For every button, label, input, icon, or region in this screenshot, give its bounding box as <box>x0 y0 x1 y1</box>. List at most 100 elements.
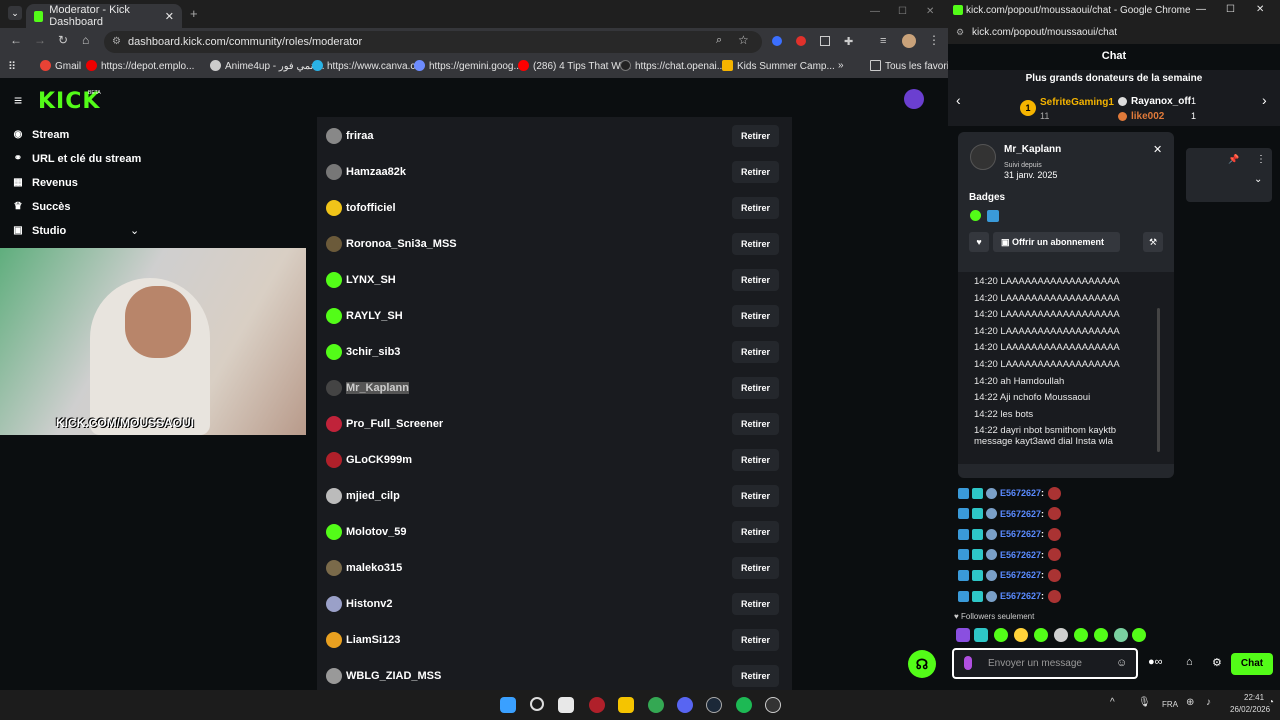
moderator-name[interactable]: WBLG_ZIAD_MSS <box>346 670 441 682</box>
remove-moderator-button[interactable]: Retirer <box>732 269 779 291</box>
remove-moderator-button[interactable]: Retirer <box>732 161 779 183</box>
bookmark-gemini[interactable]: https://gemini.goog... <box>414 60 522 72</box>
emote-icon[interactable] <box>974 628 988 642</box>
minimize-icon[interactable]: — <box>870 6 880 17</box>
spotify-icon[interactable] <box>736 697 752 713</box>
more-options-icon[interactable]: ⋮ <box>1256 154 1266 165</box>
volume-icon[interactable]: ♪ <box>1206 697 1211 708</box>
user-card-username[interactable]: Mr_Kaplann <box>1004 144 1061 155</box>
file-explorer-icon[interactable] <box>618 697 634 713</box>
chat-message[interactable]: E5672627: <box>958 548 1064 562</box>
reload-icon[interactable]: ↻ <box>58 33 68 47</box>
remove-moderator-button[interactable]: Retirer <box>732 593 779 615</box>
chat-input[interactable]: Envoyer un message ☺ <box>952 648 1138 679</box>
sidebar-item-achievements[interactable]: ♛ Succès <box>12 201 71 213</box>
chat-username[interactable]: E5672627 <box>1000 570 1041 580</box>
close-window-icon[interactable]: ✕ <box>1256 4 1264 15</box>
bookmark-canva[interactable]: https://www.canva.c... <box>312 60 424 72</box>
remove-moderator-button[interactable]: Retirer <box>732 557 779 579</box>
chat-username[interactable]: E5672627 <box>1000 591 1041 601</box>
chrome-menu-icon[interactable]: ⋮ <box>928 33 940 47</box>
emote-icon[interactable] <box>1034 628 1048 642</box>
notification-bell-icon[interactable]: ◔ <box>1268 697 1274 708</box>
network-icon[interactable]: ⊕ <box>1186 697 1194 708</box>
donor-name[interactable]: SefriteGaming1 <box>1040 97 1114 108</box>
moderator-name[interactable]: 3chir_sib3 <box>346 346 400 358</box>
extension-red-icon[interactable] <box>796 36 806 46</box>
pin-icon[interactable]: 📌 <box>1228 154 1239 165</box>
profile-avatar[interactable] <box>902 34 916 48</box>
history-scrollbar[interactable] <box>1157 308 1160 452</box>
remove-moderator-button[interactable]: Retirer <box>732 341 779 363</box>
task-view-icon[interactable] <box>558 697 574 713</box>
home-icon[interactable]: ⌂ <box>82 33 89 47</box>
moderator-name[interactable]: mjied_cilp <box>346 490 400 502</box>
bookmark-star-icon[interactable]: ☆ <box>738 33 749 47</box>
extensions-puzzle-icon[interactable]: ✚ <box>844 35 853 48</box>
emote-icon[interactable] <box>1054 628 1068 642</box>
site-info-icon[interactable]: ⚙ <box>956 27 964 38</box>
remove-moderator-button[interactable]: Retirer <box>732 125 779 147</box>
send-chat-button[interactable]: Chat <box>1231 653 1273 675</box>
moderator-name[interactable]: maleko315 <box>346 562 402 574</box>
clock-date[interactable]: 26/02/2026 <box>1230 705 1270 714</box>
chat-username[interactable]: E5672627 <box>1000 509 1041 519</box>
chat-username[interactable]: E5672627 <box>1000 488 1041 498</box>
kick-points-icon[interactable]: ●∞ <box>1148 656 1163 668</box>
moderator-name[interactable]: RAYLY_SH <box>346 310 403 322</box>
apps-icon[interactable]: ⠿ <box>8 60 16 73</box>
emote-icon[interactable] <box>1132 628 1146 642</box>
moderator-name[interactable]: GLoCK999m <box>346 454 412 466</box>
close-window-icon[interactable]: ✕ <box>926 6 934 17</box>
chat-message[interactable]: E5672627: <box>958 507 1064 521</box>
zoom-search-icon[interactable]: ⌕ <box>716 34 722 47</box>
tray-chevron-icon[interactable]: ^ <box>1110 697 1115 708</box>
minimize-icon[interactable]: — <box>1196 4 1206 15</box>
bookmark-summer-camp[interactable]: Kids Summer Camp... <box>722 60 835 72</box>
moderator-name[interactable]: tofofficiel <box>346 202 396 214</box>
gift-subscription-button[interactable]: ▣ Offrir un abonnement <box>993 232 1120 252</box>
remove-moderator-button[interactable]: Retirer <box>732 629 779 651</box>
moderator-name[interactable]: LYNX_SH <box>346 274 396 286</box>
chat-message[interactable]: E5672627: <box>958 486 1064 500</box>
media-control-icon[interactable]: ≡ <box>880 35 886 47</box>
windows-start-icon[interactable] <box>500 697 516 713</box>
search-icon[interactable] <box>530 697 544 711</box>
sidebar-item-revenue[interactable]: ▦ Revenus <box>12 177 78 189</box>
chevron-right-icon[interactable]: › <box>1262 92 1267 108</box>
steam-icon[interactable] <box>706 697 722 713</box>
chrome-icon[interactable] <box>648 697 664 713</box>
tray-microphone-icon[interactable]: 🎙 <box>1138 697 1151 708</box>
discord-icon[interactable] <box>677 697 693 713</box>
tab-search-icon[interactable]: ⌄ <box>8 6 22 20</box>
language-indicator[interactable]: FRA <box>1162 700 1178 709</box>
app-icon[interactable] <box>589 697 605 713</box>
moderator-name[interactable]: Mr_Kaplann <box>346 382 409 394</box>
bookmark-depot[interactable]: https://depot.emplo... <box>86 60 194 72</box>
microphone-icon[interactable] <box>964 656 972 670</box>
chat-message[interactable]: E5672627: <box>958 589 1064 603</box>
clock-time[interactable]: 22:41 <box>1244 693 1264 702</box>
favorite-heart-icon[interactable]: ♥ <box>969 232 989 252</box>
remove-moderator-button[interactable]: Retirer <box>732 665 779 687</box>
moderation-tool-icon[interactable]: ⚒ <box>1143 232 1163 252</box>
bookmark-chatgpt[interactable]: https://chat.openai.... <box>620 60 728 72</box>
emote-icon[interactable] <box>1094 628 1108 642</box>
remove-moderator-button[interactable]: Retirer <box>732 449 779 471</box>
chat-username[interactable]: E5672627 <box>1000 529 1041 539</box>
back-icon[interactable]: ← <box>10 33 22 47</box>
donor-name[interactable]: Rayanox_off <box>1131 96 1191 107</box>
moderator-name[interactable]: Histonv2 <box>346 598 392 610</box>
remove-moderator-button[interactable]: Retirer <box>732 485 779 507</box>
sidebar-item-url-key[interactable]: ⚭ URL et clé du stream <box>12 153 141 165</box>
bookmark-anime4up[interactable]: Anime4up - انمي فور... <box>210 60 325 72</box>
remove-moderator-button[interactable]: Retirer <box>732 377 779 399</box>
emoji-icon[interactable]: ☺ <box>1116 657 1127 669</box>
url-field[interactable]: ⚙ dashboard.kick.com/community/roles/mod… <box>104 31 762 53</box>
donor-name[interactable]: like002 <box>1131 111 1164 122</box>
chevron-down-icon[interactable]: ⌄ <box>1254 174 1262 185</box>
extension-blue-icon[interactable] <box>772 36 782 46</box>
moderator-name[interactable]: Pro_Full_Screener <box>346 418 443 430</box>
moderator-name[interactable]: Roronoa_Sni3a_MSS <box>346 238 457 250</box>
obs-icon[interactable] <box>765 697 781 713</box>
